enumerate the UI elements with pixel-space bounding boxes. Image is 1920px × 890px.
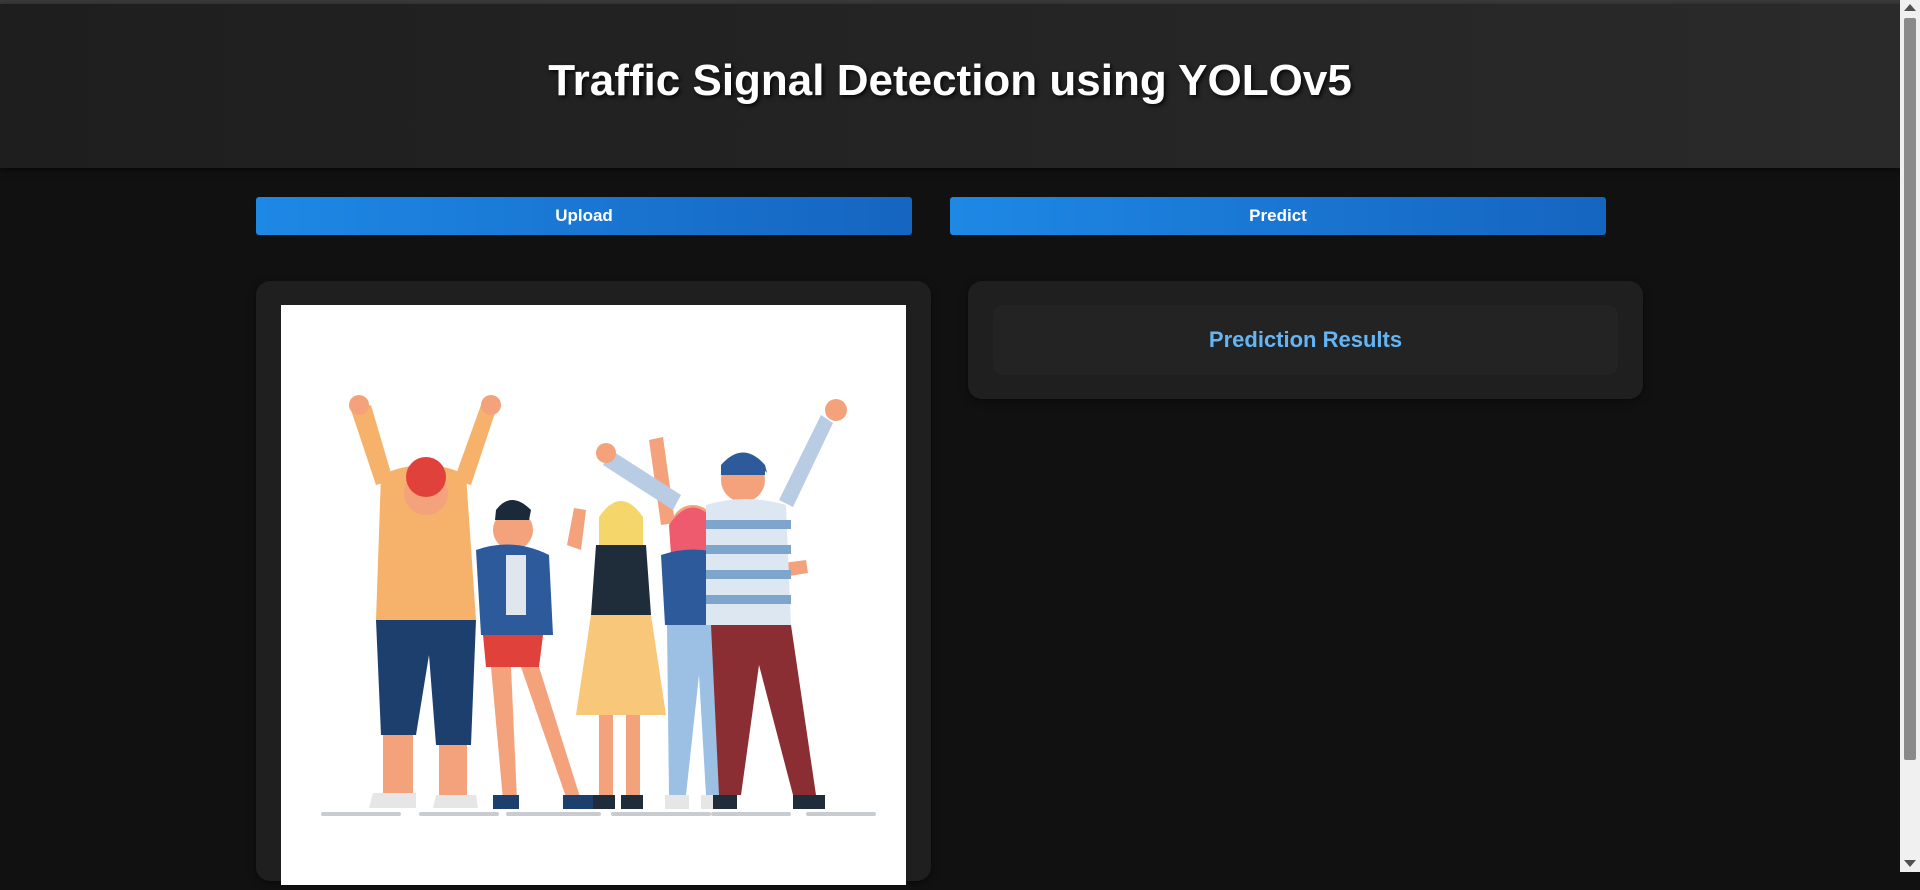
image-preview-panel [256,281,931,885]
upload-button[interactable]: Upload [256,197,912,235]
people-celebrating-icon [321,395,876,816]
prediction-results-title: Prediction Results [1208,327,1403,352]
scrollbar-thumb[interactable] [1904,18,1916,760]
vertical-scrollbar[interactable] [1900,0,1920,872]
prediction-results-panel: Prediction Results [968,281,1643,399]
scroll-down-arrow-icon[interactable] [1904,860,1916,867]
predict-button[interactable]: Predict [950,197,1606,235]
page-header: Traffic Signal Detection using YOLOv5 [0,4,1900,168]
uploaded-image [281,305,906,885]
page-title: Traffic Signal Detection using YOLOv5 [548,56,1352,105]
prediction-results-header: Prediction Results [993,305,1618,375]
scroll-up-arrow-icon[interactable] [1904,4,1916,11]
